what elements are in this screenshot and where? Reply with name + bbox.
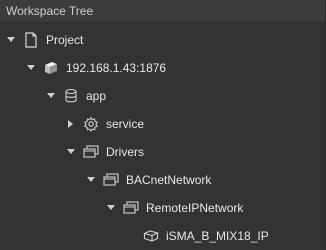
tree-node-label: RemoteIPNetwork	[146, 201, 244, 215]
tree-node-label: iSMA_B_MIX18_IP	[166, 229, 269, 243]
chevron-right-icon[interactable]	[66, 119, 76, 129]
server-cube-icon	[43, 60, 59, 76]
chevron-down-icon[interactable]	[106, 203, 116, 213]
workspace-tree: Project 192.168.1.43:1876 app service Dr…	[0, 23, 325, 249]
tree-node-label: service	[106, 117, 145, 131]
device-box-icon	[143, 228, 159, 244]
document-icon	[23, 32, 39, 48]
panel-title: Workspace Tree	[0, 0, 325, 23]
chevron-down-icon[interactable]	[6, 35, 16, 45]
chevron-down-icon[interactable]	[26, 63, 36, 73]
tree-node-app[interactable]: app	[0, 82, 325, 110]
gear-icon	[83, 116, 99, 132]
tree-node-drivers[interactable]: Drivers	[0, 138, 325, 166]
stacked-windows-icon	[123, 200, 139, 216]
tree-node-station[interactable]: 192.168.1.43:1876	[0, 54, 325, 82]
stacked-windows-icon	[103, 172, 119, 188]
workspace-tree-panel: Workspace Tree Project 192.168.1.43:1876…	[0, 0, 326, 249]
panel-right-edge	[322, 23, 325, 249]
tree-node-service[interactable]: service	[0, 110, 325, 138]
stacked-windows-icon	[83, 144, 99, 160]
database-icon	[63, 88, 79, 104]
tree-node-remoteipnetwork[interactable]: RemoteIPNetwork	[0, 194, 325, 222]
tree-node-label: Drivers	[106, 145, 144, 159]
tree-node-isma-device[interactable]: iSMA_B_MIX18_IP	[0, 222, 325, 250]
chevron-down-icon[interactable]	[66, 147, 76, 157]
tree-node-label: app	[86, 89, 107, 103]
chevron-down-icon[interactable]	[86, 175, 96, 185]
tree-node-project[interactable]: Project	[0, 26, 325, 54]
chevron-down-icon[interactable]	[46, 91, 56, 101]
tree-node-label: BACnetNetwork	[126, 173, 212, 187]
tree-node-bacnetnetwork[interactable]: BACnetNetwork	[0, 166, 325, 194]
tree-node-label: 192.168.1.43:1876	[66, 61, 167, 75]
tree-node-label: Project	[46, 33, 84, 47]
